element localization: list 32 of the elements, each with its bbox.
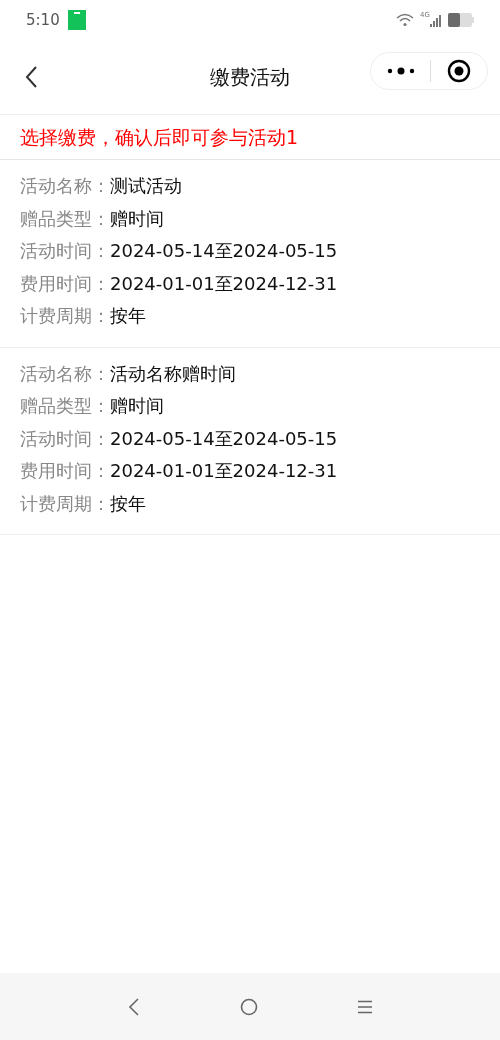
field-label: 活动名称：	[20, 174, 110, 199]
notice-text: 选择缴费，确认后即可参与活动1	[0, 115, 500, 160]
field-label: 费用时间：	[20, 271, 110, 296]
close-icon[interactable]	[447, 59, 472, 83]
field-value: 2024-01-01至2024-12-31	[110, 271, 338, 296]
field-label: 计费周期：	[20, 304, 110, 329]
menu-icon[interactable]	[358, 999, 372, 1014]
field-value: 2024-01-01至2024-12-31	[110, 459, 338, 484]
field-value: 赠时间	[110, 394, 164, 419]
field-value: 测试活动	[110, 174, 182, 199]
field-label: 赠品类型：	[20, 394, 110, 419]
more-icon[interactable]	[386, 66, 415, 76]
field-label: 赠品类型：	[20, 206, 110, 231]
field-value: 按年	[110, 304, 146, 329]
notification-icon	[67, 10, 86, 30]
field-value: 赠时间	[110, 206, 164, 231]
field-label: 活动名称：	[20, 361, 110, 386]
field-label: 活动时间：	[20, 239, 110, 264]
signal-icon	[430, 13, 442, 27]
field-label: 计费周期：	[20, 491, 110, 516]
battery-icon	[448, 13, 474, 27]
wifi-icon	[396, 13, 415, 27]
page-title: 缴费活动	[210, 63, 290, 91]
field-label: 费用时间：	[20, 459, 110, 484]
home-icon[interactable]	[240, 997, 258, 1016]
field-value: 2024-05-14至2024-05-15	[110, 426, 338, 451]
back-icon[interactable]	[24, 65, 38, 89]
field-value: 2024-05-14至2024-05-15	[110, 239, 338, 264]
status-time: 5:10	[26, 11, 60, 29]
field-label: 活动时间：	[20, 426, 110, 451]
field-value: 按年	[110, 491, 146, 516]
field-value: 活动名称赠时间	[110, 361, 236, 386]
